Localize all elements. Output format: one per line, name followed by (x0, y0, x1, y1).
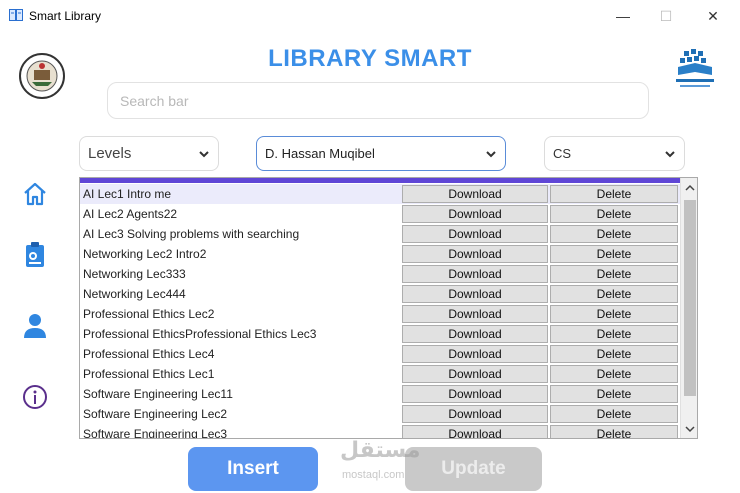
table-row[interactable]: Networking Lec444 Download Delete (80, 284, 680, 304)
delete-button[interactable]: Delete (550, 405, 678, 423)
table-rows: AI Lec1 Intro me Download Delete AI Lec2 Ag… (80, 184, 680, 438)
table-row[interactable]: AI Lec3 Solving problems with searching D… (80, 224, 680, 244)
watermark-latin: mostaql.com (342, 469, 405, 481)
lecture-name: Networking Lec444 (83, 287, 186, 301)
download-button[interactable]: Download (402, 285, 548, 303)
download-button[interactable]: Download (402, 305, 548, 323)
table-row[interactable]: Professional EthicsProfessional Ethics L… (80, 324, 680, 344)
table-scrollbar[interactable] (680, 178, 697, 438)
lecture-name: Professional EthicsProfessional Ethics L… (83, 327, 317, 341)
table-row[interactable]: AI Lec2 Agents22 Download Delete (80, 204, 680, 224)
lectures-table: AI Lec1 Intro me Download Delete AI Lec2 Ag… (79, 177, 698, 439)
download-button[interactable]: Download (402, 325, 548, 343)
delete-button[interactable]: Delete (550, 265, 678, 283)
chevron-down-icon (199, 150, 209, 157)
delete-button[interactable]: Delete (550, 185, 678, 203)
doctor-select[interactable]: D. Hassan Muqibel (256, 136, 506, 171)
scroll-down-button[interactable] (681, 421, 697, 437)
download-button[interactable]: Download (402, 205, 548, 223)
close-icon: ✕ (707, 7, 719, 24)
delete-button[interactable]: Delete (550, 325, 678, 343)
delete-button[interactable]: Delete (550, 205, 678, 223)
lecture-name: Networking Lec333 (83, 267, 186, 281)
lecture-name: Professional Ethics Lec2 (83, 307, 215, 321)
delete-button[interactable]: Delete (550, 305, 678, 323)
table-row[interactable]: Software Engineering Lec2 Download Delete (80, 404, 680, 424)
download-button[interactable]: Download (402, 345, 548, 363)
table-row[interactable]: Professional Ethics Lec4 Download Delete (80, 344, 680, 364)
delete-button[interactable]: Delete (550, 385, 678, 403)
table-row[interactable]: Networking Lec333 Download Delete (80, 264, 680, 284)
chevron-up-icon (684, 184, 695, 191)
home-icon (24, 182, 46, 206)
download-button[interactable]: Download (402, 365, 548, 383)
watermark: مستقل mostaql.com (318, 437, 421, 487)
delete-button[interactable]: Delete (550, 425, 678, 438)
search-input[interactable] (107, 82, 649, 119)
info-icon (23, 385, 47, 409)
minimize-button[interactable]: — (600, 4, 646, 28)
table-row[interactable]: AI Lec1 Intro me Download Delete (80, 184, 680, 204)
user-icon (24, 314, 46, 338)
table-row[interactable]: Software Engineering Lec11 Download Delete (80, 384, 680, 404)
download-button[interactable]: Download (402, 245, 548, 263)
table-row[interactable]: Networking Lec2 Intro2 Download Delete (80, 244, 680, 264)
lecture-name: Software Engineering Lec2 (83, 407, 228, 421)
chevron-down-icon (665, 150, 675, 157)
lecture-name: Professional Ethics Lec1 (83, 367, 215, 381)
delete-button[interactable]: Delete (550, 225, 678, 243)
department-select-value: CS (553, 146, 572, 161)
close-button[interactable]: ✕ (690, 4, 736, 28)
download-button[interactable]: Download (402, 385, 548, 403)
delete-button[interactable]: Delete (550, 285, 678, 303)
download-button[interactable]: Download (402, 425, 548, 438)
lecture-name: AI Lec3 Solving problems with searching (83, 227, 300, 241)
update-button[interactable]: Update (405, 447, 542, 491)
doctor-select-value: D. Hassan Muqibel (265, 146, 375, 161)
title-bar: Smart Library — ☐ ✕ (0, 0, 740, 32)
nav-lectures[interactable] (20, 240, 50, 270)
lecture-name: AI Lec1 Intro me (83, 187, 172, 201)
window-title: Smart Library (29, 9, 102, 23)
page-title: LIBRARY SMART (268, 45, 472, 72)
college-logo-icon (676, 49, 714, 87)
maximize-button[interactable]: ☐ (643, 4, 689, 28)
department-select[interactable]: CS (544, 136, 685, 171)
lecture-name: Software Engineering Lec11 (83, 387, 233, 401)
table-row[interactable]: Professional Ethics Lec2 Download Delete (80, 304, 680, 324)
lecture-name: AI Lec2 Agents22 (83, 207, 178, 221)
levels-select-value: Levels (88, 145, 132, 162)
clipboard-icon (26, 242, 44, 267)
scroll-thumb[interactable] (684, 200, 696, 396)
nav-home[interactable] (20, 179, 50, 209)
nav-profile[interactable] (20, 311, 50, 341)
table-row[interactable]: Professional Ethics Lec1 Download Delete (80, 364, 680, 384)
lecture-name: Professional Ethics Lec4 (83, 347, 215, 361)
download-button[interactable]: Download (402, 225, 548, 243)
maximize-icon: ☐ (659, 7, 673, 24)
download-button[interactable]: Download (402, 185, 548, 203)
minimize-icon: — (616, 8, 630, 24)
chevron-down-icon (684, 426, 695, 433)
table-header-bar (80, 178, 680, 183)
lecture-name: Networking Lec2 Intro2 (83, 247, 207, 261)
delete-button[interactable]: Delete (550, 365, 678, 383)
scroll-up-button[interactable] (681, 180, 697, 196)
book-icon (9, 9, 23, 21)
download-button[interactable]: Download (402, 265, 548, 283)
levels-select[interactable]: Levels (79, 136, 219, 171)
insert-button[interactable]: Insert (188, 447, 318, 491)
nav-about[interactable] (20, 382, 50, 412)
download-button[interactable]: Download (402, 405, 548, 423)
delete-button[interactable]: Delete (550, 245, 678, 263)
chevron-down-icon (486, 150, 496, 157)
watermark-arabic: مستقل (340, 437, 421, 462)
delete-button[interactable]: Delete (550, 345, 678, 363)
